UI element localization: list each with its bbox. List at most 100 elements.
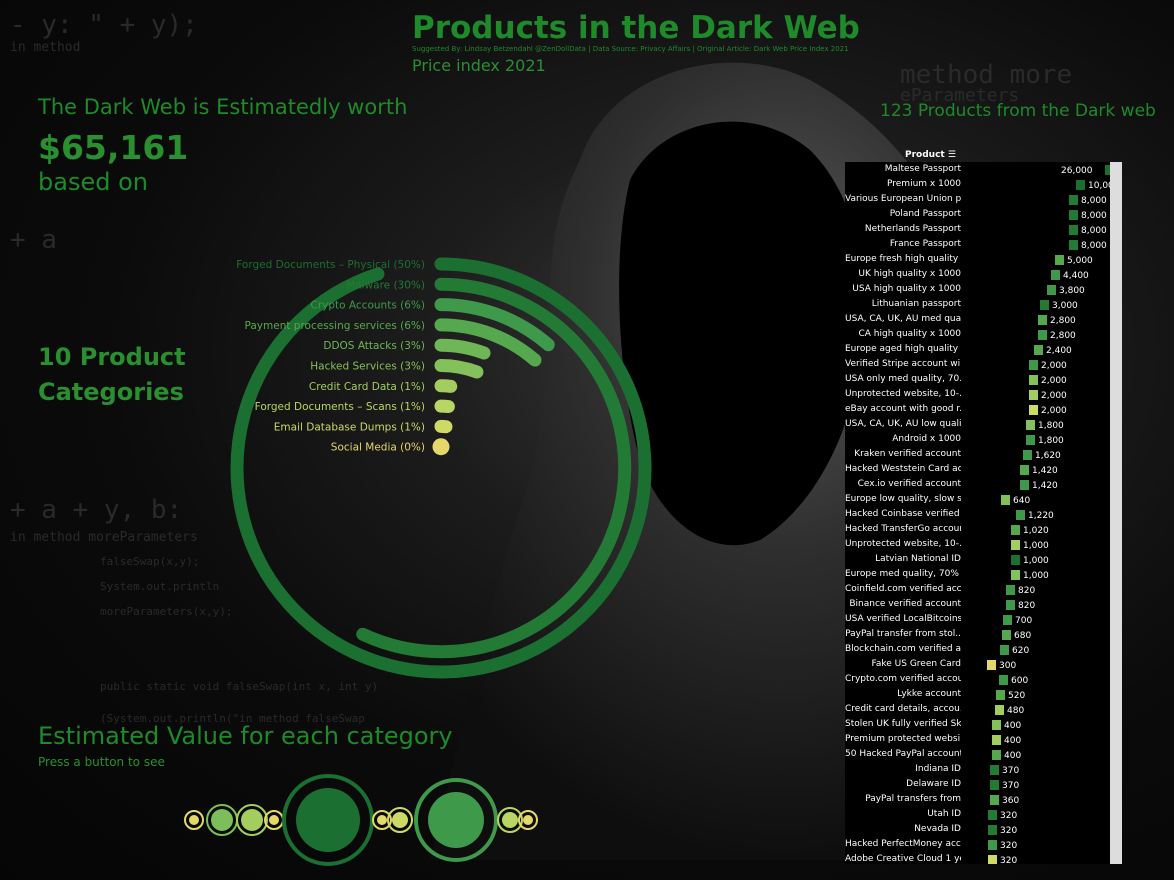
product-bar-5[interactable] bbox=[1069, 225, 1078, 235]
category-buttons bbox=[184, 774, 538, 866]
product-bar-38[interactable] bbox=[992, 720, 1001, 730]
category-button-3[interactable] bbox=[236, 804, 268, 836]
product-bar-13[interactable] bbox=[1034, 345, 1043, 355]
product-bar-23[interactable] bbox=[1001, 495, 1010, 505]
bar-value-44: 320 bbox=[1000, 811, 1018, 821]
product-bar-14[interactable] bbox=[1029, 360, 1038, 370]
bar-label-3: Various European Union p.. bbox=[845, 194, 961, 204]
product-bar-8[interactable] bbox=[1051, 270, 1060, 280]
product-bar-43[interactable] bbox=[990, 795, 999, 805]
product-bar-10[interactable] bbox=[1040, 300, 1049, 310]
product-bar-chart: Maltese Passport 26,000 Premium x 1000 10,0… bbox=[845, 162, 1110, 864]
bar-value-26: 1,000 bbox=[1023, 541, 1049, 551]
product-bar-46[interactable] bbox=[988, 840, 997, 850]
product-bar-29[interactable] bbox=[1006, 585, 1015, 595]
bar-value-33: 620 bbox=[1012, 646, 1030, 656]
product-bar-18[interactable] bbox=[1026, 420, 1035, 430]
product-bar-40[interactable] bbox=[992, 750, 1001, 760]
bar-value-9: 3,800 bbox=[1059, 286, 1085, 296]
product-bar-16[interactable] bbox=[1029, 390, 1038, 400]
product-bar-12[interactable] bbox=[1038, 330, 1047, 340]
bar-value-21: 1,420 bbox=[1032, 466, 1058, 476]
radial-bar-10[interactable] bbox=[432, 438, 450, 456]
product-bar-27[interactable] bbox=[1011, 555, 1020, 565]
bar-label-39: Premium protected websi.. bbox=[845, 734, 961, 744]
product-bar-31[interactable] bbox=[1003, 615, 1012, 625]
product-bar-22[interactable] bbox=[1020, 480, 1029, 490]
product-bar-21[interactable] bbox=[1020, 465, 1029, 475]
bar-label-1: Maltese Passport bbox=[884, 164, 961, 174]
product-bar-37[interactable] bbox=[995, 705, 1004, 715]
radial-bar-5[interactable] bbox=[434, 338, 491, 360]
product-bar-41[interactable] bbox=[990, 765, 999, 775]
product-bar-9[interactable] bbox=[1047, 285, 1056, 295]
product-column-header[interactable]: Product ☰ bbox=[905, 150, 956, 160]
bar-value-5: 8,000 bbox=[1081, 226, 1107, 236]
product-bar-35[interactable] bbox=[999, 675, 1008, 685]
bar-label-45: Nevada ID bbox=[914, 824, 961, 834]
product-bar-3[interactable] bbox=[1069, 195, 1078, 205]
category-button-5[interactable] bbox=[282, 774, 374, 866]
product-bar-33[interactable] bbox=[1000, 645, 1009, 655]
product-bar-42[interactable] bbox=[990, 780, 999, 790]
bar-chart-scrollbar[interactable] bbox=[1110, 162, 1122, 864]
bar-label-18: USA, CA, UK, AU low qualit.. bbox=[845, 419, 961, 429]
category-button-2[interactable] bbox=[206, 804, 238, 836]
bar-value-47: 320 bbox=[1000, 856, 1018, 864]
bar-value-37: 480 bbox=[1007, 706, 1025, 716]
radial-bar-6[interactable] bbox=[434, 359, 484, 379]
product-bar-15[interactable] bbox=[1029, 375, 1038, 385]
bar-value-38: 400 bbox=[1004, 721, 1022, 731]
bar-value-22: 1,420 bbox=[1032, 481, 1058, 491]
product-bar-24[interactable] bbox=[1016, 510, 1025, 520]
bar-value-15: 2,000 bbox=[1041, 376, 1067, 386]
bar-label-20: Kraken verified account bbox=[854, 449, 961, 459]
product-bar-19[interactable] bbox=[1026, 435, 1035, 445]
category-button-1[interactable] bbox=[184, 810, 204, 830]
product-bar-2[interactable] bbox=[1076, 180, 1085, 190]
product-bar-4[interactable] bbox=[1069, 210, 1078, 220]
bar-label-47: Adobe Creative Cloud 1 ye.. bbox=[845, 854, 961, 864]
product-bar-25[interactable] bbox=[1011, 525, 1020, 535]
bar-value-39: 400 bbox=[1004, 736, 1022, 746]
product-bar-44[interactable] bbox=[988, 810, 997, 820]
product-bar-11[interactable] bbox=[1038, 315, 1047, 325]
bar-value-25: 1,020 bbox=[1023, 526, 1049, 536]
bar-label-43: PayPal transfers from bbox=[865, 794, 961, 804]
bar-label-8: UK high quality x 1000 bbox=[858, 269, 961, 279]
bar-label-40: 50 Hacked PayPal account.. bbox=[845, 749, 961, 759]
estimated-value-title: Estimated Value for each category bbox=[38, 722, 453, 750]
bar-value-1: 26,000 bbox=[1061, 166, 1093, 176]
bar-label-35: Crypto.com verified accou.. bbox=[845, 674, 961, 684]
product-bar-32[interactable] bbox=[1002, 630, 1011, 640]
products-title: 123 Products from the Dark web bbox=[880, 101, 1156, 121]
product-bar-45[interactable] bbox=[988, 825, 997, 835]
radial-label-1: Forged Documents – Physical (50%) bbox=[236, 259, 425, 271]
sort-icon[interactable]: ☰ bbox=[948, 150, 956, 160]
product-bar-34[interactable] bbox=[987, 660, 996, 670]
category-button-8[interactable] bbox=[414, 778, 498, 862]
product-bar-28[interactable] bbox=[1011, 570, 1020, 580]
product-bar-6[interactable] bbox=[1069, 240, 1078, 250]
product-bar-26[interactable] bbox=[1011, 540, 1020, 550]
bar-value-40: 400 bbox=[1004, 751, 1022, 761]
bar-value-20: 1,620 bbox=[1035, 451, 1061, 461]
bar-label-42: Delaware ID bbox=[906, 779, 961, 789]
radial-bar-7[interactable] bbox=[434, 379, 458, 393]
product-bar-17[interactable] bbox=[1029, 405, 1038, 415]
product-bar-20[interactable] bbox=[1023, 450, 1032, 460]
bar-value-11: 2,800 bbox=[1050, 316, 1076, 326]
bar-value-2: 10,000 bbox=[1088, 181, 1110, 191]
product-bar-7[interactable] bbox=[1055, 255, 1064, 265]
product-bar-47[interactable] bbox=[988, 855, 997, 864]
radial-label-7: Credit Card Data (1%) bbox=[309, 381, 425, 393]
product-bar-30[interactable] bbox=[1006, 600, 1015, 610]
bar-label-31: USA verified LocalBitcoins.. bbox=[845, 614, 961, 624]
bar-value-43: 360 bbox=[1002, 796, 1020, 806]
bar-label-11: USA, CA, UK, AU med quali.. bbox=[845, 314, 961, 324]
product-bar-39[interactable] bbox=[992, 735, 1001, 745]
product-bar-36[interactable] bbox=[996, 690, 1005, 700]
bar-value-7: 5,000 bbox=[1067, 256, 1093, 266]
bar-value-6: 8,000 bbox=[1081, 241, 1107, 251]
bar-value-24: 1,220 bbox=[1028, 511, 1054, 521]
